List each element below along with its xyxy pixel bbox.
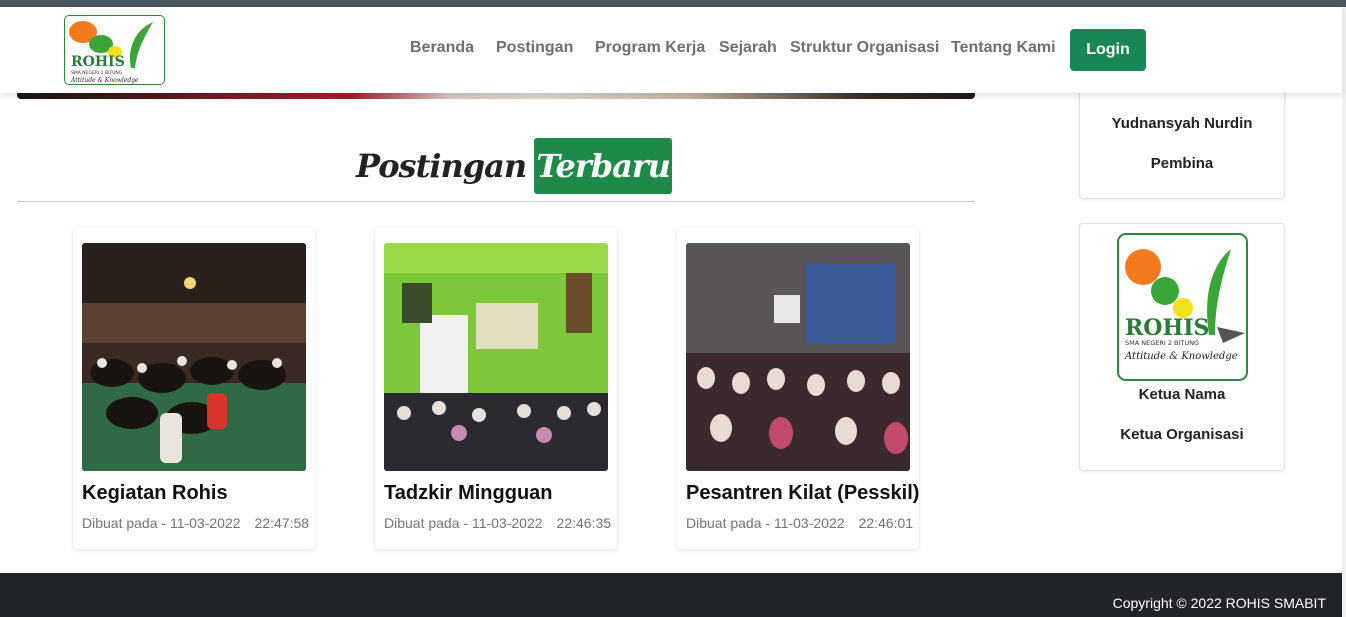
post-date: Dibuat pada - 11-03-2022	[686, 515, 845, 531]
logo-brand: ROHIS	[1125, 315, 1210, 341]
section-title-word: Postingan	[356, 147, 527, 185]
post-time: 22:47:58	[254, 515, 310, 531]
post-card[interactable]: Kegiatan Rohis Dibuat pada - 11-03-2022 2…	[73, 228, 315, 549]
post-date: Dibuat pada - 11-03-2022	[82, 515, 241, 531]
post-meta: Dibuat pada - 11-03-2022 22:46:35	[384, 515, 611, 531]
post-image[interactable]	[686, 243, 910, 471]
post-meta: Dibuat pada - 11-03-2022 22:46:01	[686, 515, 913, 531]
person-role: Ketua Organisasi	[1120, 426, 1244, 443]
copyright-text: Copyright © 2022 ROHIS SMABIT	[1112, 595, 1326, 611]
svg-text:SMA NEGERI 2 BITUNG: SMA NEGERI 2 BITUNG	[71, 70, 123, 76]
post-meta: Dibuat pada - 11-03-2022 22:47:58	[82, 515, 309, 531]
post-card[interactable]: Tadzkir Mingguan Dibuat pada - 11-03-202…	[375, 228, 617, 549]
navbar: ROHIS SMA NEGERI 2 BITUNG Attitude & Kno…	[0, 7, 1342, 93]
logo-school: SMA NEGERI 2 BITUNG	[1125, 339, 1200, 347]
login-button[interactable]: Login	[1070, 29, 1146, 71]
post-image[interactable]	[82, 243, 306, 471]
section-title-badge: Terbaru	[534, 138, 673, 194]
post-title[interactable]: Kegiatan Rohis	[82, 482, 228, 505]
section-heading: Postingan Terbaru	[356, 138, 673, 194]
footer: Copyright © 2022 ROHIS SMABIT	[0, 573, 1342, 617]
top-strip	[0, 0, 1346, 7]
post-time: 22:46:35	[556, 515, 612, 531]
section-divider	[17, 201, 975, 202]
person-role: Pembina	[1150, 155, 1214, 172]
post-date: Dibuat pada - 11-03-2022	[384, 515, 543, 531]
post-title[interactable]: Tadzkir Mingguan	[384, 482, 553, 505]
person-photo-logo: ROHIS SMA NEGERI 2 BITUNG Attitude & Kno…	[1117, 233, 1248, 381]
nav-sejarah[interactable]: Sejarah	[719, 39, 777, 57]
nav-beranda[interactable]: Beranda	[410, 39, 474, 57]
nav-program-kerja[interactable]: Program Kerja	[595, 39, 705, 57]
rohis-logo[interactable]: ROHIS SMA NEGERI 2 BITUNG Attitude & Kno…	[64, 15, 165, 85]
post-card[interactable]: Pesantren Kilat (Pesskil) Dibuat pada - …	[677, 228, 919, 549]
person-card: ROHIS SMA NEGERI 2 BITUNG Attitude & Kno…	[1079, 223, 1285, 471]
person-name: Yudnansyah Nurdin	[1111, 115, 1253, 132]
svg-text:ROHIS: ROHIS	[71, 54, 125, 70]
person-name: Ketua Nama	[1138, 386, 1226, 403]
nav-postingan[interactable]: Postingan	[496, 39, 573, 57]
post-image[interactable]	[384, 243, 608, 471]
logo-tagline: Attitude & Knowledge	[1125, 351, 1238, 362]
post-title[interactable]: Pesantren Kilat (Pesskil)	[686, 482, 919, 505]
svg-text:Attitude & Knowledge: Attitude & Knowledge	[70, 77, 139, 84]
nav-tentang-kami[interactable]: Tentang Kami	[951, 39, 1056, 57]
nav-struktur-organisasi[interactable]: Struktur Organisasi	[790, 39, 939, 57]
scrollbar-track[interactable]	[1342, 7, 1346, 617]
post-time: 22:46:01	[858, 515, 914, 531]
